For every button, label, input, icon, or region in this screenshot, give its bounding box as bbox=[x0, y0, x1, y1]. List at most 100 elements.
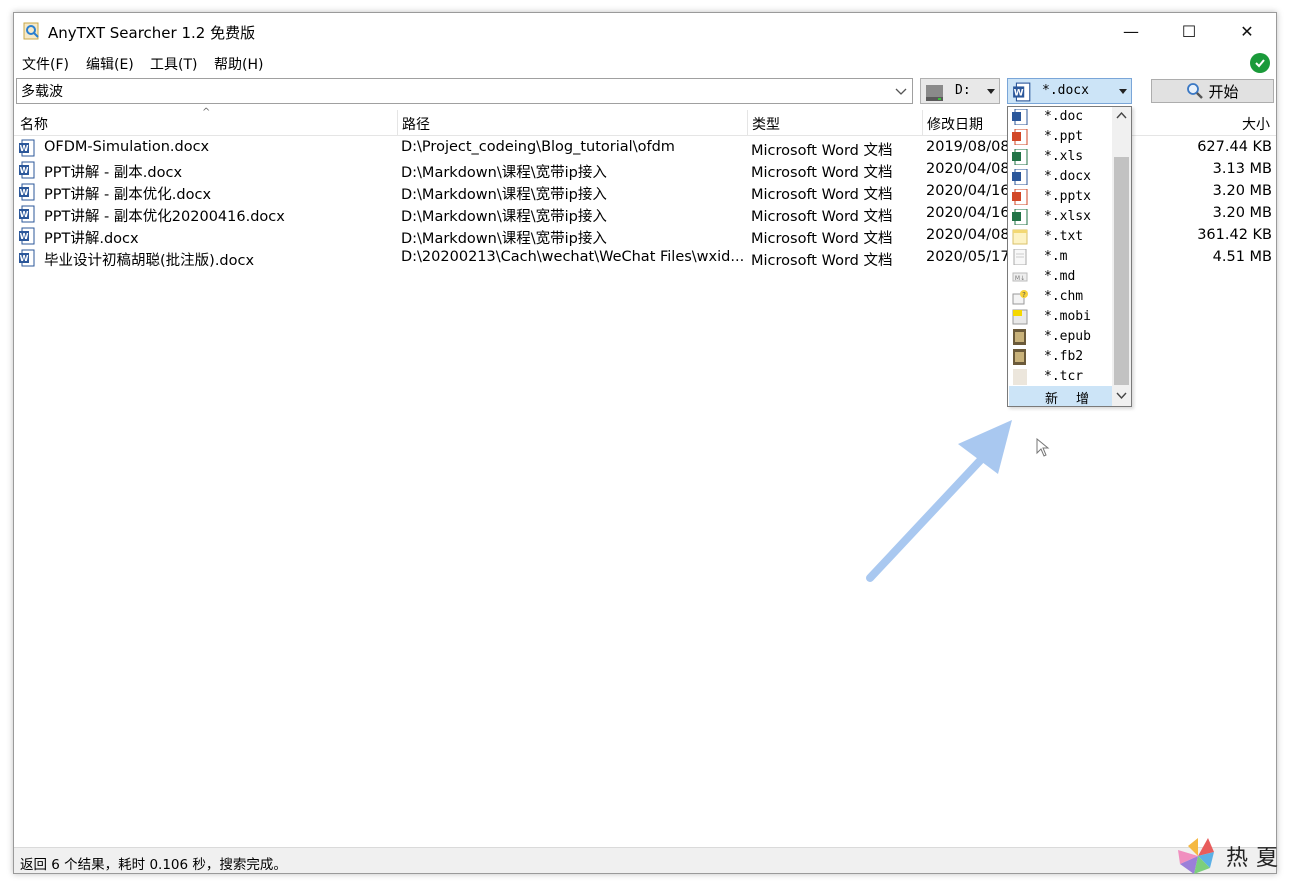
status-ok-icon bbox=[1250, 53, 1270, 73]
dropdown-scrollbar[interactable] bbox=[1112, 107, 1131, 406]
filetype-dropdown-list[interactable]: *.doc *.ppt *.xls *.docx *.pptx *.xlsx *… bbox=[1007, 106, 1132, 407]
file-path: D:\Markdown\课程\宽带ip接入 bbox=[401, 187, 607, 203]
file-type: Microsoft Word 文档 bbox=[751, 253, 893, 269]
dropdown-item-md[interactable]: M↓ *.md bbox=[1008, 267, 1112, 287]
svg-text:?: ? bbox=[1022, 291, 1026, 299]
dropdown-item-label: *.pptx bbox=[1044, 189, 1091, 204]
dropdown-item-label: *.xls bbox=[1044, 149, 1084, 164]
svg-text:W: W bbox=[20, 166, 29, 175]
file-size: 4.51 MB bbox=[1212, 249, 1272, 265]
dropdown-arrow-icon[interactable] bbox=[987, 89, 995, 94]
col-size[interactable]: 大小 bbox=[1242, 114, 1270, 134]
svg-text:W: W bbox=[20, 144, 29, 153]
file-size: 361.42 KB bbox=[1197, 227, 1272, 243]
search-input[interactable] bbox=[21, 82, 881, 100]
dropdown-item-docx[interactable]: *.docx bbox=[1008, 167, 1112, 187]
svg-text:W: W bbox=[20, 232, 29, 241]
menu-edit[interactable]: 编辑(E) bbox=[86, 54, 134, 74]
dropdown-item-txt[interactable]: *.txt bbox=[1008, 227, 1112, 247]
scrollbar-thumb[interactable] bbox=[1114, 157, 1129, 385]
menu-file[interactable]: 文件(F) bbox=[22, 54, 69, 74]
word-icon: W bbox=[19, 161, 35, 179]
scroll-down-icon[interactable] bbox=[1116, 392, 1127, 400]
file-type: Microsoft Word 文档 bbox=[751, 231, 893, 247]
svg-text:W: W bbox=[20, 210, 29, 219]
search-combobox[interactable] bbox=[16, 78, 913, 104]
col-name[interactable]: 名称 bbox=[20, 114, 48, 134]
dropdown-item-label: *.ppt bbox=[1044, 129, 1084, 144]
svg-text:W: W bbox=[1014, 88, 1024, 98]
excel-icon bbox=[1012, 149, 1028, 165]
txt-icon bbox=[1012, 229, 1028, 245]
filetype-select[interactable]: W *.docx bbox=[1007, 78, 1132, 104]
minimize-button[interactable]: — bbox=[1102, 13, 1160, 49]
file-date: 2020/04/08 bbox=[926, 161, 1010, 177]
dropdown-item-epub[interactable]: *.epub bbox=[1008, 327, 1112, 347]
col-path[interactable]: 路径 bbox=[402, 114, 430, 134]
mobi-icon bbox=[1012, 309, 1028, 325]
add-new-label: 新增 bbox=[1045, 392, 1108, 407]
column-divider[interactable] bbox=[747, 110, 748, 136]
dropdown-item-mobi[interactable]: *.mobi bbox=[1008, 307, 1112, 327]
sort-ascending-icon: ^ bbox=[202, 107, 211, 118]
dropdown-item-fb2[interactable]: *.fb2 bbox=[1008, 347, 1112, 367]
file-date: 2019/08/08 bbox=[926, 139, 1010, 155]
dropdown-item-chm[interactable]: ? *.chm bbox=[1008, 287, 1112, 307]
app-window: AnyTXT Searcher 1.2 免费版 — ☐ ✕ 文件(F) 编辑(E… bbox=[13, 12, 1277, 874]
word-icon: W bbox=[19, 183, 35, 201]
drive-select[interactable]: D: bbox=[920, 78, 1000, 104]
dropdown-item-ppt[interactable]: *.ppt bbox=[1008, 127, 1112, 147]
ppt-icon bbox=[1012, 189, 1028, 205]
word-icon: W bbox=[19, 205, 35, 223]
dropdown-item-xls[interactable]: *.xls bbox=[1008, 147, 1112, 167]
dropdown-item-label: *.md bbox=[1044, 269, 1076, 284]
scroll-up-icon[interactable] bbox=[1116, 111, 1127, 119]
file-type: Microsoft Word 文档 bbox=[751, 209, 893, 225]
dropdown-item-m[interactable]: *.m bbox=[1008, 247, 1112, 267]
file-size: 3.20 MB bbox=[1212, 183, 1272, 199]
word-icon bbox=[1012, 109, 1028, 125]
dropdown-item-xlsx[interactable]: *.xlsx bbox=[1008, 207, 1112, 227]
file-date: 2020/05/17 bbox=[926, 249, 1010, 265]
dropdown-item-label: *.docx bbox=[1044, 169, 1091, 184]
dropdown-item-label: *.txt bbox=[1044, 229, 1084, 244]
file-size: 3.20 MB bbox=[1212, 205, 1272, 221]
ppt-icon bbox=[1012, 129, 1028, 145]
file-path: D:\Markdown\课程\宽带ip接入 bbox=[401, 209, 607, 225]
file-icon bbox=[1013, 369, 1027, 385]
menu-tools[interactable]: 工具(T) bbox=[150, 54, 197, 74]
file-size: 627.44 KB bbox=[1197, 139, 1272, 155]
dropdown-item-label: *.fb2 bbox=[1044, 349, 1084, 364]
drive-icon bbox=[926, 85, 943, 101]
file-name: PPT讲解 - 副本.docx bbox=[44, 165, 183, 181]
col-type[interactable]: 类型 bbox=[752, 114, 780, 134]
dropdown-arrow-icon[interactable] bbox=[1119, 89, 1127, 94]
dropdown-item-doc[interactable]: *.doc bbox=[1008, 107, 1112, 127]
file-name: OFDM-Simulation.docx bbox=[44, 139, 210, 155]
dropdown-item-pptx[interactable]: *.pptx bbox=[1008, 187, 1112, 207]
word-icon: W bbox=[19, 249, 35, 267]
file-icon bbox=[1013, 249, 1027, 265]
word-icon: W bbox=[19, 139, 35, 157]
dropdown-item-tcr[interactable]: *.tcr bbox=[1008, 367, 1112, 387]
dropdown-item-label: *.epub bbox=[1044, 329, 1091, 344]
close-button[interactable]: ✕ bbox=[1218, 13, 1276, 49]
svg-text:W: W bbox=[20, 254, 29, 263]
col-date[interactable]: 修改日期 bbox=[927, 114, 983, 134]
file-name: PPT讲解.docx bbox=[44, 231, 139, 247]
file-type: Microsoft Word 文档 bbox=[751, 187, 893, 203]
menu-help[interactable]: 帮助(H) bbox=[214, 54, 263, 74]
watermark-text: 热夏 bbox=[1226, 846, 1287, 871]
column-divider[interactable] bbox=[922, 110, 923, 136]
start-search-button[interactable]: 开始 bbox=[1151, 79, 1274, 103]
excel-icon bbox=[1012, 209, 1028, 225]
start-label: 开始 bbox=[1208, 82, 1239, 101]
annotation-arrow-icon bbox=[866, 420, 1012, 582]
word-icon: W bbox=[1013, 82, 1031, 102]
menu-bar: 文件(F) 编辑(E) 工具(T) 帮助(H) bbox=[14, 49, 1276, 77]
maximize-button[interactable]: ☐ bbox=[1160, 13, 1218, 49]
title-bar: AnyTXT Searcher 1.2 免费版 — ☐ ✕ bbox=[14, 13, 1276, 49]
file-name: 毕业设计初稿胡聪(批注版).docx bbox=[44, 253, 255, 269]
chevron-down-icon[interactable] bbox=[894, 84, 908, 98]
column-divider[interactable] bbox=[397, 110, 398, 136]
